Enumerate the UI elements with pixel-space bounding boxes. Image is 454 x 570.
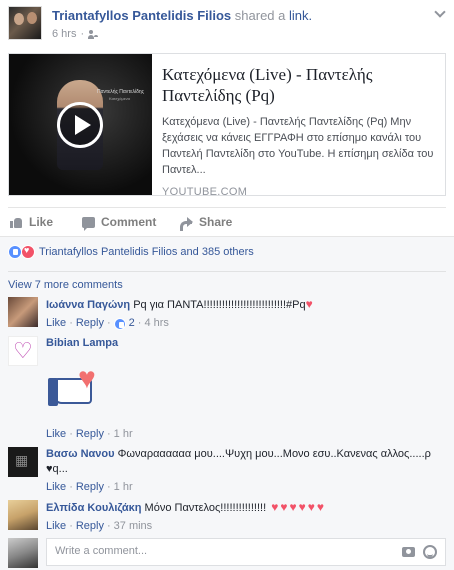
comment-like-link[interactable]: Like [46, 480, 66, 495]
view-more-comments[interactable]: View 7 more comments [8, 279, 123, 291]
post-card: Triantafyllos Pantelidis Filios shared a… [0, 0, 454, 570]
thumbs-up-icon [10, 216, 23, 228]
comment-like-count[interactable]: 2 [129, 316, 135, 331]
comment-like-link[interactable]: Like [46, 427, 66, 442]
comment-meta: Like · Reply · 37 mins [46, 519, 153, 534]
love-reaction-icon [21, 245, 35, 259]
thumbnail-caption: Παντελής Παντελίδης [97, 89, 145, 95]
chevron-down-icon[interactable] [434, 8, 446, 18]
author-avatar[interactable] [8, 6, 42, 40]
thumbnail-subcaption: Κατεχόμενα [109, 96, 130, 101]
avatar[interactable] [8, 538, 38, 568]
comment-time[interactable]: 1 hr [114, 427, 133, 442]
comment-button[interactable]: Comment [82, 215, 157, 231]
comment-meta: Like · Reply · 2 · 4 hrs [46, 316, 169, 331]
link-preview[interactable]: Παντελής Παντελίδης Κατεχόμενα Κατεχόμεν… [8, 53, 446, 198]
avatar[interactable] [8, 336, 38, 366]
reactions-text[interactable]: Triantafyllos Pantelidis Filios and 385 … [39, 246, 254, 258]
write-comment-row: Write a comment... [8, 538, 446, 568]
comment-reply-link[interactable]: Reply [76, 427, 104, 442]
action-link[interactable]: link. [289, 8, 312, 23]
link-title[interactable]: Κατεχόμενα (Live) - Παντελής Παντελίδης … [162, 64, 440, 106]
comment-reply-link[interactable]: Reply [76, 519, 104, 534]
comment-like-link[interactable]: Like [46, 519, 66, 534]
comment-body: Βασω Νανου Φωναραααααα μου....Ψυχη μου..… [46, 447, 446, 495]
sticker-cuff [48, 378, 58, 406]
post-meta: 6 hrs · [52, 28, 99, 40]
action-text: shared a [234, 8, 286, 23]
like-count-icon [113, 317, 126, 330]
post-time[interactable]: 6 hrs [52, 28, 76, 40]
comment-time[interactable]: 37 mins [114, 519, 153, 534]
comment-time[interactable]: 1 hr [114, 480, 133, 495]
divider [8, 271, 446, 272]
comment-body: Ελπίδα Κουλιζάκη Μόνο Παντελος!!!!!!!!!!… [46, 500, 446, 534]
comment-input[interactable]: Write a comment... [46, 538, 446, 566]
like-reaction-icon [8, 245, 22, 259]
comment-text: Μόνο Παντελος!!!!!!!!!!!!!!! [144, 502, 267, 514]
emoji-icon[interactable] [423, 545, 437, 559]
sticker-image: ♥ [48, 364, 112, 408]
comment-body: Ιωάννα Παγώνη Pq για ΠΑΝΤΑ!!!!!!!!!!!!!!… [46, 297, 446, 331]
share-label: Share [199, 215, 233, 229]
commenter-name[interactable]: Ιωάννα Παγώνη [46, 299, 130, 311]
comment-time[interactable]: 4 hrs [144, 316, 168, 331]
like-button[interactable]: Like [10, 215, 53, 229]
comment-input-placeholder: Write a comment... [55, 545, 148, 557]
comment-label: Comment [101, 215, 157, 229]
commenter-name[interactable]: Βασω Νανου [46, 448, 115, 460]
comment-like-link[interactable]: Like [46, 316, 66, 331]
friends-icon[interactable] [88, 29, 99, 39]
commenter-name[interactable]: Ελπίδα Κουλιζάκη [46, 502, 141, 514]
share-icon [180, 216, 193, 231]
comment-body: Bibian Lampa [46, 336, 446, 351]
author-name[interactable]: Triantafyllos Pantelidis Filios [52, 8, 231, 23]
post-header: Triantafyllos Pantelidis Filios shared a… [8, 6, 446, 46]
commenter-name[interactable]: Bibian Lampa [46, 337, 118, 349]
video-thumbnail[interactable]: Παντελής Παντελίδης Κατεχόμενα [9, 54, 152, 195]
comment-reply-link[interactable]: Reply [76, 316, 104, 331]
link-domain: YOUTUBE.COM [162, 186, 248, 198]
reactions-summary[interactable]: Triantafyllos Pantelidis Filios and 385 … [8, 245, 254, 259]
post-actions: Like Comment Share [8, 207, 446, 233]
comment-meta: Like · Reply · 1 hr [46, 480, 133, 495]
like-label: Like [29, 215, 54, 229]
share-button[interactable]: Share [180, 215, 233, 231]
avatar[interactable] [8, 447, 38, 477]
camera-icon[interactable] [402, 547, 415, 557]
play-icon[interactable] [57, 102, 103, 148]
comment-meta: Like · Reply · 1 hr [46, 427, 133, 442]
heart-icon: ♥ [78, 362, 96, 395]
link-text: Κατεχόμενα (Live) - Παντελής Παντελίδης … [162, 64, 440, 198]
comment-reply-link[interactable]: Reply [76, 480, 104, 495]
heart-icon: ♥ [305, 297, 313, 311]
heart-icons: ♥ ♥ ♥ ♥ ♥ ♥ [271, 500, 324, 514]
post-headline: Triantafyllos Pantelidis Filios shared a… [52, 8, 312, 23]
avatar[interactable] [8, 500, 38, 530]
avatar[interactable] [8, 297, 38, 327]
comment-text: Pq για ΠΑΝΤΑ!!!!!!!!!!!!!!!!!!!!!!!!!!!#… [133, 299, 306, 311]
comment-icon [82, 216, 95, 231]
link-description: Κατεχόμενα (Live) - Παντελής Παντελίδης … [162, 116, 434, 176]
